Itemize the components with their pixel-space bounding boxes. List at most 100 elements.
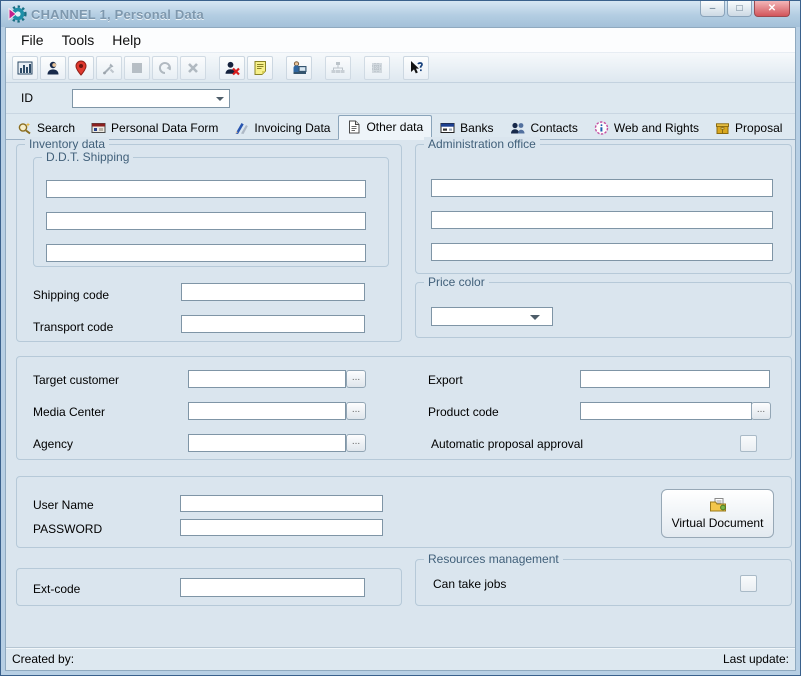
close-button[interactable]: ✕	[754, 1, 790, 17]
ext-code-group: Ext-code	[16, 568, 402, 606]
can-take-jobs-label: Can take jobs	[433, 577, 506, 591]
toolbar-button-grid	[364, 56, 390, 80]
tab-label: Contacts	[531, 121, 578, 135]
help-pointer-icon	[408, 60, 424, 76]
resources-management-legend: Resources management	[424, 552, 563, 566]
toolbar-button-note[interactable]	[247, 56, 273, 80]
id-label: ID	[21, 91, 72, 105]
minimize-button[interactable]: ‒	[700, 1, 725, 17]
title-bar: CHANNEL 1, Personal Data ‒ □ ✕	[1, 1, 800, 27]
tab-search[interactable]: Search	[9, 117, 83, 139]
form-icon	[91, 121, 106, 135]
toolbar-button-help-pointer[interactable]	[403, 56, 429, 80]
other-data-tab-page: Inventory data D.D.T. Shipping Shipping …	[6, 140, 795, 647]
inventory-data-legend: Inventory data	[25, 137, 109, 151]
virtual-document-label: Virtual Document	[672, 516, 764, 530]
administration-office-field-3[interactable]	[431, 243, 773, 261]
tab-proposal[interactable]: Proposal	[707, 117, 790, 139]
toolbar-button-chart[interactable]	[12, 56, 38, 80]
app-window: CHANNEL 1, Personal Data ‒ □ ✕ FileTools…	[0, 0, 801, 676]
chevron-down-icon	[530, 315, 540, 325]
toolbar-button-org-chart	[325, 56, 351, 80]
chart-icon	[17, 60, 33, 76]
menu-tools[interactable]: Tools	[53, 30, 104, 50]
shipping-code-label: Shipping code	[33, 288, 109, 302]
tab-other-data[interactable]: Other data	[338, 115, 432, 140]
ext-code-field[interactable]	[180, 578, 365, 597]
toolbar-button-undo	[152, 56, 178, 80]
ddt-shipping-group: D.D.T. Shipping	[33, 157, 389, 267]
tab-invoicing-data[interactable]: Invoicing Data	[226, 117, 338, 139]
agency-field[interactable]	[188, 434, 346, 452]
administration-office-field-2[interactable]	[431, 211, 773, 229]
tab-label: Proposal	[735, 121, 782, 135]
automatic-proposal-approval-label: Automatic proposal approval	[431, 437, 583, 451]
tools-icon	[101, 60, 117, 76]
person-icon	[45, 60, 61, 76]
tab-personal-data-form[interactable]: Personal Data Form	[83, 117, 226, 139]
marketing-group: Target customer ... Media Center ... Age…	[16, 356, 792, 460]
chevron-down-icon	[216, 97, 224, 105]
info-icon	[594, 121, 609, 135]
toolbar	[6, 52, 795, 83]
agency-browse-button[interactable]: ...	[346, 434, 366, 452]
target-customer-browse-button[interactable]: ...	[346, 370, 366, 388]
delete-icon	[185, 60, 201, 76]
created-by-label: Created by:	[12, 652, 74, 666]
document-icon	[347, 120, 361, 134]
org-chart-icon	[330, 60, 346, 76]
pens-icon	[234, 121, 249, 135]
target-customer-field[interactable]	[188, 370, 346, 388]
transport-code-field[interactable]	[181, 315, 365, 333]
export-label: Export	[428, 373, 463, 387]
product-code-field[interactable]	[580, 402, 752, 420]
ddt-shipping-field-1[interactable]	[46, 180, 366, 198]
administration-office-legend: Administration office	[424, 137, 540, 151]
worker-icon	[291, 60, 307, 76]
tab-contacts[interactable]: Contacts	[502, 117, 586, 139]
media-center-field[interactable]	[188, 402, 346, 420]
tab-label: Other data	[366, 120, 423, 134]
ddt-shipping-field-2[interactable]	[46, 212, 366, 230]
location-pin-icon	[73, 60, 89, 76]
undo-icon	[157, 60, 173, 76]
maximize-button[interactable]: □	[727, 1, 752, 17]
grid-icon	[369, 60, 385, 76]
menu-file[interactable]: File	[12, 30, 53, 50]
toolbar-button-remove-person[interactable]	[219, 56, 245, 80]
resources-management-group: Resources management Can take jobs	[415, 559, 792, 606]
password-label: PASSWORD	[33, 522, 102, 536]
menu-help[interactable]: Help	[103, 30, 150, 50]
can-take-jobs-checkbox[interactable]	[740, 575, 757, 592]
media-center-browse-button[interactable]: ...	[346, 402, 366, 420]
tab-strip: SearchPersonal Data FormInvoicing Data Ot…	[6, 114, 795, 140]
status-bar: Created by: Last update:	[6, 647, 795, 670]
tab-label: Banks	[460, 121, 493, 135]
tab-banks[interactable]: Banks	[432, 117, 501, 139]
contacts-icon	[510, 121, 526, 135]
toolbar-button-worker[interactable]	[286, 56, 312, 80]
automatic-proposal-approval-checkbox[interactable]	[740, 435, 757, 452]
app-gear-icon	[7, 4, 27, 24]
tab-web-and-rights[interactable]: Web and Rights	[586, 117, 707, 139]
export-field[interactable]	[580, 370, 770, 388]
ddt-shipping-field-3[interactable]	[46, 244, 366, 262]
virtual-document-button[interactable]: Virtual Document	[661, 489, 774, 538]
password-field[interactable]	[180, 519, 383, 536]
agency-label: Agency	[33, 437, 73, 451]
inventory-data-group: Inventory data D.D.T. Shipping Shipping …	[16, 144, 402, 342]
id-combobox[interactable]	[72, 89, 230, 108]
tab-label: Web and Rights	[614, 121, 699, 135]
price-color-legend: Price color	[424, 275, 489, 289]
price-color-group: Price color	[415, 282, 792, 338]
package-icon	[715, 121, 730, 135]
administration-office-field-1[interactable]	[431, 179, 773, 197]
toolbar-button-location-pin[interactable]	[68, 56, 94, 80]
user-name-field[interactable]	[180, 495, 383, 512]
remove-person-icon	[224, 60, 240, 76]
price-color-combobox[interactable]	[431, 307, 553, 326]
toolbar-button-delete	[180, 56, 206, 80]
product-code-browse-button[interactable]: ...	[751, 402, 771, 420]
toolbar-button-person[interactable]	[40, 56, 66, 80]
shipping-code-field[interactable]	[181, 283, 365, 301]
